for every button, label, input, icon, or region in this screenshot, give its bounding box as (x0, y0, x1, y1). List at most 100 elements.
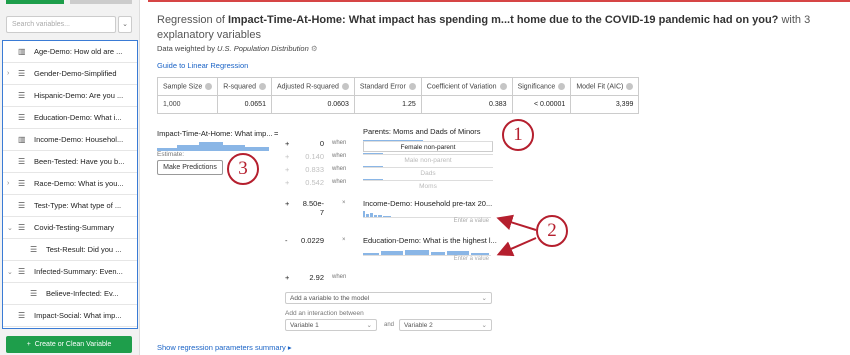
sidebar-top-tab[interactable] (70, 0, 132, 4)
chevron-down-icon: ⌄ (481, 322, 487, 329)
stats-header: Adjusted R-squared (270, 77, 355, 96)
income-variable-label: Income-Demo: Household pre-tax 20... (363, 199, 493, 208)
term-when: when (332, 179, 347, 185)
sidebar-item[interactable]: ▥ Age-Demo: How old are ... (3, 41, 137, 63)
sidebar-item-label: Covid-Testing-Summary (34, 223, 115, 232)
category-option[interactable]: Female non-parent (363, 141, 493, 152)
weight-info: Data weighted by U.S. Population Distrib… (157, 44, 318, 53)
stats-value: 1.25 (353, 95, 422, 114)
sidebar-item[interactable]: › ☰ Race-Demo: What is you... (3, 173, 137, 195)
info-icon[interactable] (558, 82, 566, 90)
add-variable-select[interactable]: Add a variable to the model ⌄ (285, 292, 492, 304)
stats-value: 0.0603 (270, 95, 355, 114)
sidebar-item-label: Gender-Demo-Simplified (34, 69, 117, 78)
sidebar-item-label: Been-Tested: Have you b... (34, 157, 125, 166)
make-predictions-button[interactable]: Make Predictions (157, 160, 223, 175)
category-bar (363, 153, 383, 154)
sidebar-item-label: Age-Demo: How old are ... (34, 47, 123, 56)
term-sign: + (285, 139, 290, 148)
intercept-coefficient: 2.92 (309, 273, 324, 282)
top-accent-bar (148, 0, 850, 2)
expand-icon[interactable]: ⌄ (7, 224, 14, 232)
term-when: when (332, 140, 347, 146)
stats-header: Significance (511, 77, 572, 96)
settings-icon[interactable]: ⚙ (311, 44, 318, 53)
list-icon: ☰ (18, 113, 26, 122)
chevron-down-icon: ⌄ (481, 295, 487, 302)
sidebar-item[interactable]: ☰ Been-Tested: Have you b... (3, 151, 137, 173)
and-label: and (384, 322, 395, 328)
info-icon[interactable] (408, 82, 416, 90)
bar-chart-icon: ▥ (18, 47, 26, 56)
callout-1: 1 (502, 119, 534, 151)
sidebar-item[interactable]: ☰ Impact-Social: What imp... (3, 305, 137, 327)
income-times: × (342, 200, 346, 206)
stats-header: R-squared (217, 77, 272, 96)
list-icon: ☰ (30, 289, 38, 298)
category-bar (363, 179, 383, 180)
term-sign: + (285, 178, 290, 187)
stats-header: Sample Size (156, 77, 219, 96)
education-times: × (342, 237, 346, 243)
info-icon[interactable] (258, 82, 266, 90)
list-icon: ☰ (18, 69, 26, 78)
callout-2-arrows (496, 214, 537, 257)
stats-value: 0.0651 (217, 95, 272, 114)
expand-icon[interactable]: ⌄ (7, 268, 14, 276)
term-coefficient: 0.542 (305, 178, 324, 187)
sidebar-item[interactable]: ☰ Hispanic-Demo: Are you ... (3, 85, 137, 107)
list-icon: ☰ (18, 179, 26, 188)
create-variable-button[interactable]: + Create or Clean Variable (6, 336, 132, 353)
search-input[interactable]: Search variables... (6, 16, 116, 33)
sidebar-item[interactable]: ⌄ ☰ Covid-Testing-Summary (3, 217, 137, 239)
list-icon: ☰ (18, 201, 26, 210)
intercept-sign: + (285, 273, 290, 282)
education-value-input[interactable]: Enter a value (363, 255, 491, 264)
education-coefficient: 0.0229 (301, 236, 324, 245)
interaction-label: Add an interaction between (285, 310, 364, 317)
sidebar-item[interactable]: ☰ Believe-Infected: Ev... (3, 283, 137, 305)
sidebar-item[interactable]: ▥ Income-Demo: Househol... (3, 129, 137, 151)
education-variable-label: Education-Demo: What is the highest l... (363, 236, 497, 245)
category-option[interactable]: Moms (363, 180, 493, 191)
sidebar-item[interactable]: ⌄ ☰ Infected-Summary: Even... (3, 261, 137, 283)
list-icon: ☰ (18, 91, 26, 100)
term-when: when (332, 166, 347, 172)
variable-list: ▥ Age-Demo: How old are ... › ☰ Gender-Demo-… (2, 40, 138, 329)
info-icon[interactable] (626, 82, 634, 90)
category-bar (363, 166, 383, 167)
guide-link[interactable]: Guide to Linear Regression (157, 61, 248, 70)
list-icon: ☰ (30, 245, 38, 254)
expand-icon[interactable]: › (7, 70, 14, 77)
term-coefficient: 0 (319, 139, 324, 148)
income-coefficient: 8.50e-7 (302, 199, 324, 217)
sidebar-item-label: Race-Demo: What is you... (34, 179, 124, 188)
sidebar-item[interactable]: ☰ Test-Type: What type of ... (3, 195, 137, 217)
variables-sidebar: Search variables... ⌄ ▥ Age-Demo: How old… (0, 0, 140, 355)
callout-3: 3 (227, 153, 259, 185)
sidebar-top-tab-active[interactable] (6, 0, 64, 4)
show-regression-summary-link[interactable]: Show regression parameters summary ▸ (157, 343, 292, 352)
list-icon: ☰ (18, 157, 26, 166)
term-coefficient: 0.140 (305, 152, 324, 161)
interaction-variable-2-select[interactable]: Variable 2 ⌄ (399, 319, 492, 331)
term-sign: + (285, 152, 290, 161)
sidebar-item-label: Test-Type: What type of ... (34, 201, 122, 210)
interaction-variable-1-select[interactable]: Variable 1 ⌄ (285, 319, 377, 331)
stats-header: Coefficient of Variation (420, 77, 513, 96)
sidebar-item[interactable]: › ☰ Gender-Demo-Simplified (3, 63, 137, 85)
stats-header: Standard Error (353, 77, 422, 96)
info-icon[interactable] (205, 82, 213, 90)
sidebar-item[interactable]: ☰ Test-Result: Did you ... (3, 239, 137, 261)
category-option[interactable]: Male non-parent (363, 154, 493, 165)
income-value-input[interactable]: Enter a value (363, 217, 491, 226)
education-sign: - (285, 236, 288, 245)
info-icon[interactable] (341, 82, 349, 90)
expand-icon[interactable]: › (7, 180, 14, 187)
chevron-down-icon[interactable]: ⌄ (118, 16, 132, 33)
page-title: Regression of Impact-Time-At-Home: What … (157, 14, 811, 41)
sidebar-item-label: Hispanic-Demo: Are you ... (34, 91, 124, 100)
category-option[interactable]: Dads (363, 167, 493, 178)
info-icon[interactable] (499, 82, 507, 90)
sidebar-item[interactable]: ☰ Education-Demo: What i... (3, 107, 137, 129)
